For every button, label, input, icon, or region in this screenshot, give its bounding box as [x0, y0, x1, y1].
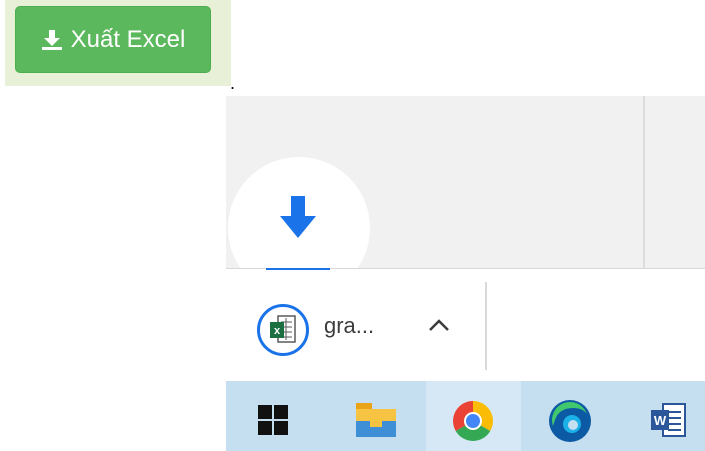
download-arrow-icon: [280, 196, 316, 238]
svg-text:x: x: [274, 325, 281, 337]
chevron-up-icon[interactable]: [428, 318, 450, 332]
windows-logo-icon[interactable]: [256, 403, 290, 437]
excel-file-icon: x: [257, 304, 309, 356]
export-excel-button[interactable]: Xuất Excel: [15, 6, 211, 73]
download-item-divider: [485, 282, 487, 370]
download-icon: [41, 29, 62, 50]
folder-icon[interactable]: [355, 401, 397, 439]
edge-icon[interactable]: [547, 398, 593, 444]
word-icon[interactable]: W: [649, 400, 689, 440]
chrome-icon[interactable]: [451, 399, 495, 443]
export-button-area: Xuất Excel: [5, 0, 231, 86]
download-file-name: gra...: [324, 313, 375, 338]
export-button-label: Xuất Excel: [70, 25, 186, 53]
svg-text:W: W: [654, 413, 667, 428]
separator-dot: .: [230, 73, 236, 93]
panel-divider: [643, 96, 645, 268]
